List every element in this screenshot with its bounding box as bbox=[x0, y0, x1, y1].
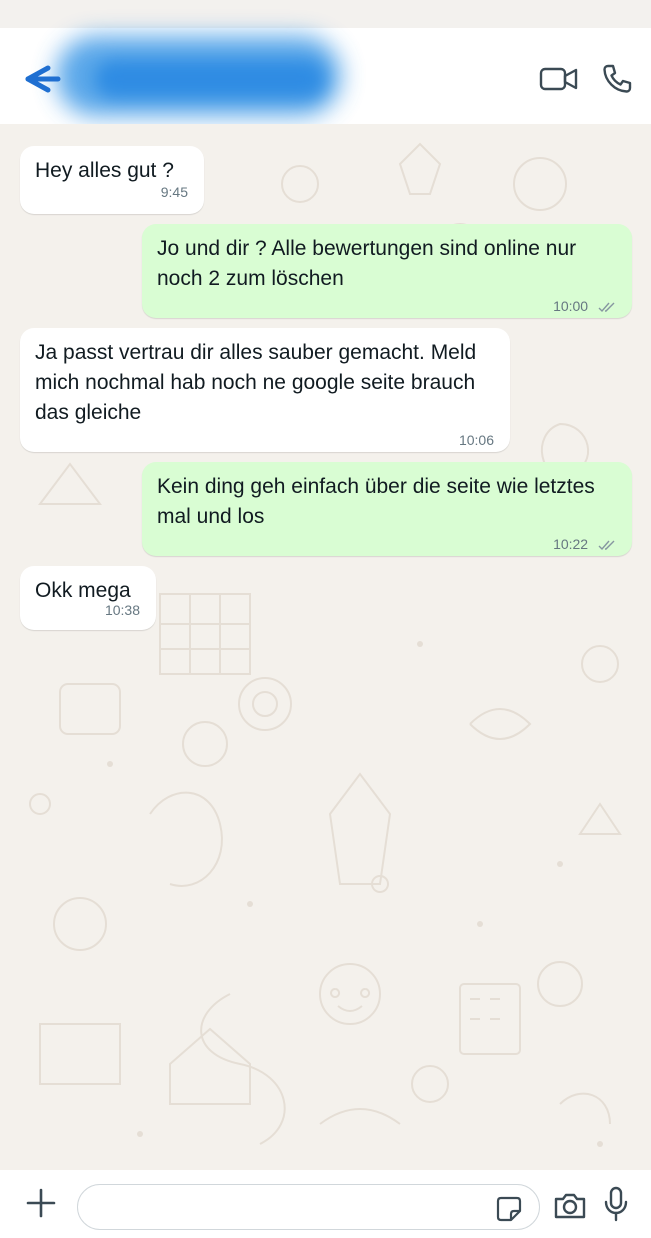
phone-icon bbox=[603, 64, 632, 93]
microphone-icon bbox=[604, 1186, 628, 1222]
composer-bar bbox=[0, 1170, 651, 1238]
video-call-button[interactable] bbox=[538, 64, 580, 94]
message-text: Ja passt vertrau dir alles sauber gemach… bbox=[35, 341, 477, 424]
chat-header bbox=[0, 28, 651, 124]
message-time: 10:22 bbox=[157, 536, 616, 552]
message-bubble-incoming[interactable]: Okk mega 10:38 bbox=[20, 566, 156, 630]
message-text: Hey alles gut ? bbox=[35, 159, 174, 182]
camera-button[interactable] bbox=[552, 1190, 588, 1222]
message-input-container[interactable] bbox=[77, 1184, 540, 1230]
message-text: Kein ding geh einfach über die seite wie… bbox=[157, 475, 595, 528]
status-bar bbox=[0, 0, 651, 28]
double-check-icon bbox=[598, 540, 615, 550]
sticker-icon bbox=[496, 1196, 522, 1222]
blurred-contact-name bbox=[95, 60, 325, 98]
message-text: Jo und dir ? Alle bewertungen sind onlin… bbox=[157, 237, 577, 290]
message-time: 9:45 bbox=[160, 184, 188, 200]
message-bubble-outgoing[interactable]: Kein ding geh einfach über die seite wie… bbox=[142, 462, 632, 556]
back-arrow-icon bbox=[25, 65, 61, 93]
message-bubble-outgoing[interactable]: Jo und dir ? Alle bewertungen sind onlin… bbox=[142, 224, 632, 318]
voice-call-button[interactable] bbox=[600, 62, 634, 96]
attach-button[interactable] bbox=[24, 1186, 58, 1220]
voice-message-button[interactable] bbox=[603, 1186, 629, 1222]
message-time: 10:00 bbox=[157, 298, 616, 314]
message-input[interactable] bbox=[96, 1191, 490, 1225]
message-bubble-incoming[interactable]: Hey alles gut ? 9:45 bbox=[20, 146, 204, 214]
sticker-button[interactable] bbox=[495, 1195, 523, 1223]
double-check-icon bbox=[598, 302, 615, 312]
message-time: 10:06 bbox=[458, 432, 494, 448]
chat-area[interactable]: Hey alles gut ? 9:45 Jo und dir ? Alle b… bbox=[0, 124, 651, 1170]
video-camera-icon bbox=[539, 67, 578, 91]
camera-icon bbox=[554, 1193, 586, 1219]
plus-icon bbox=[26, 1188, 56, 1218]
message-bubble-incoming[interactable]: Ja passt vertrau dir alles sauber gemach… bbox=[20, 328, 510, 452]
back-button[interactable] bbox=[18, 60, 62, 100]
